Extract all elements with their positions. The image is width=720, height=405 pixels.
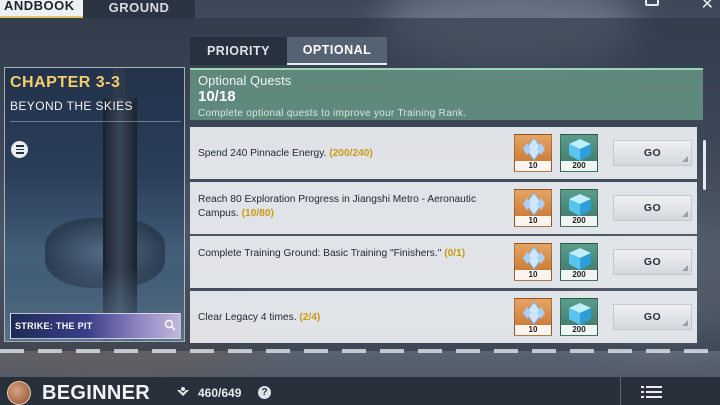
quest-text: Spend 240 Pinnacle Energy. (200/240) [198,148,373,159]
tab-training-ground[interactable]: GROUND [83,0,195,18]
quest-text: Reach 80 Exploration Progress in Jiangsh… [198,193,477,219]
menu-icon[interactable] [11,141,28,158]
tab-optional[interactable]: OPTIONAL [287,37,387,65]
reward-quantity: 10 [515,270,551,280]
quests-title: Optional Quests [198,73,292,88]
rank-badge-icon [7,381,31,405]
top-tab-bar: ANDBOOK GROUND [0,0,195,18]
close-icon[interactable]: ✕ [701,0,714,14]
quests-description: Complete optional quests to improve your… [198,108,467,119]
quest-row: Reach 80 Exploration Progress in Jiangsh… [190,181,697,234]
reward-quantity: 200 [561,324,597,335]
quest-progress: (2/4) [299,311,321,323]
chapter-card: CHAPTER 3-3 BEYOND THE SKIES STRIKE: THE… [4,67,185,342]
quest-progress: (0/1) [444,248,466,259]
reward-quantity: 200 [561,215,597,226]
crystal-reward: 10 [514,134,552,172]
quest-progress: (200/240) [329,148,373,159]
chapter-title: BEYOND THE SKIES [10,99,133,113]
quest-list: Spend 240 Pinnacle Energy. (200/240) 10 … [190,127,700,345]
quest-text: Clear Legacy 4 times. (2/4) [198,311,321,323]
quest-list-scrollbar[interactable] [703,140,706,190]
quest-text: Complete Training Ground: Basic Training… [198,248,466,259]
quests-count: 10/18 [198,88,236,105]
quest-type-tabs: PRIORITY OPTIONAL [190,37,387,65]
go-button[interactable]: GO [613,303,692,330]
quest-row: Spend 240 Pinnacle Energy. (200/240) 10 … [190,127,697,179]
go-button[interactable]: GO [613,140,692,166]
reward-quantity: 200 [561,161,597,171]
crystal-reward: 10 [514,297,552,336]
crystal-icon [523,246,545,270]
strike-label: STRIKE: THE PIT [15,321,93,331]
cube-reward: 200 [560,188,598,227]
quest-progress: (10/80) [241,207,274,219]
bottom-bar: BEGINNER 460/649 ? [0,377,720,405]
window-icon[interactable] [645,0,659,6]
optional-quests-header: Optional Quests 10/18 Complete optional … [190,68,703,120]
cube-reward: 200 [560,134,598,172]
bar-divider [620,377,621,405]
help-icon[interactable]: ? [258,386,271,399]
crystal-icon [523,300,545,325]
search-icon[interactable] [164,319,176,331]
crystal-icon [523,137,545,161]
reward-quantity: 10 [515,215,551,226]
xp-progress: 460/649 [198,386,242,400]
cube-icon [569,302,591,325]
cube-reward: 200 [560,297,598,336]
rank-name: BEGINNER [42,382,150,404]
list-icon[interactable] [641,385,663,399]
strike-banner[interactable]: STRIKE: THE PIT [10,313,181,339]
crystal-icon [523,191,545,216]
reward-quantity: 10 [515,324,551,335]
cube-reward: 200 [560,243,598,281]
divider-dashes [0,349,720,353]
crystal-reward: 10 [514,243,552,281]
quest-row: Complete Training Ground: Basic Training… [190,236,697,288]
tab-priority[interactable]: PRIORITY [190,37,287,65]
quest-row: Clear Legacy 4 times. (2/4) 10 200 GO [190,290,697,343]
reward-quantity: 10 [515,161,551,171]
chapter-divider [10,121,181,122]
tab-handbook[interactable]: ANDBOOK [0,0,83,18]
go-button[interactable]: GO [613,194,692,221]
cube-icon [569,193,591,216]
chapter-number: CHAPTER 3-3 [10,74,121,91]
cube-icon [569,139,591,161]
reward-quantity: 200 [561,270,597,280]
cube-icon [569,248,591,270]
xp-wings-icon [177,387,189,396]
go-button[interactable]: GO [613,249,692,275]
crystal-reward: 10 [514,188,552,227]
